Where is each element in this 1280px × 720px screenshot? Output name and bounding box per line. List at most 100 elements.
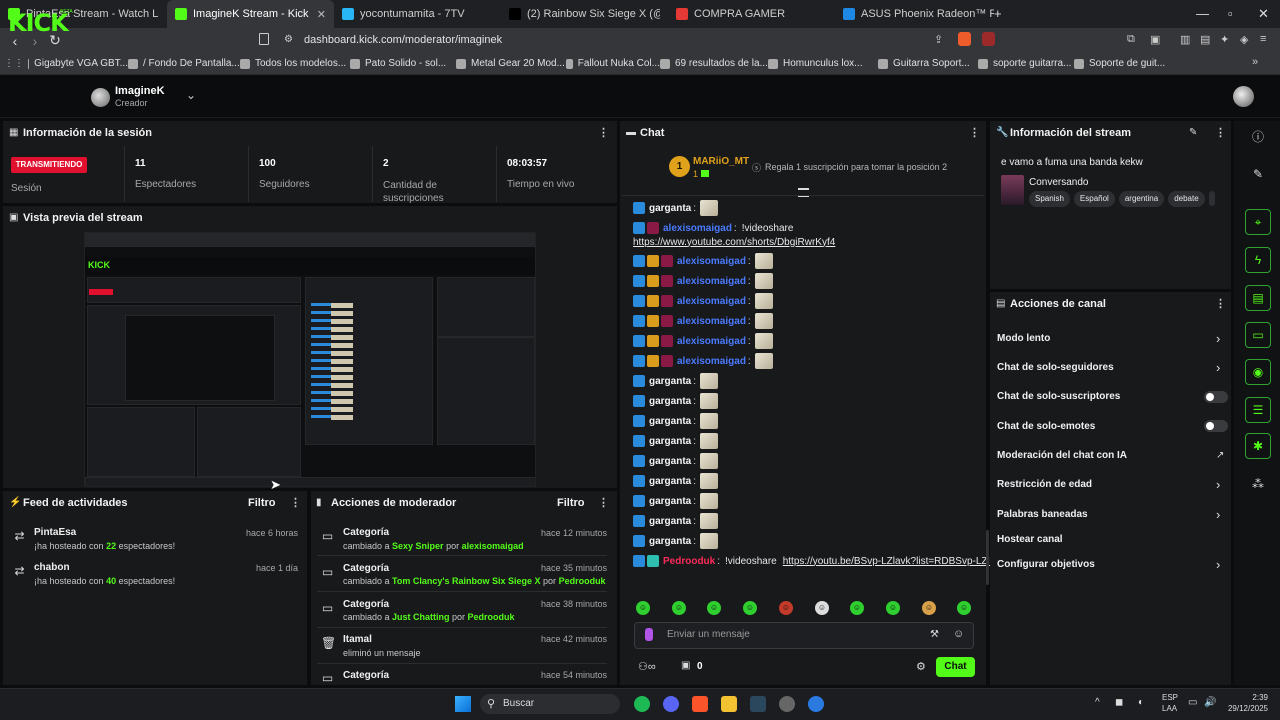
kick-logo[interactable]: KICK (8, 9, 69, 37)
browser-tab[interactable]: ImagineK Stream - Kick Dashb ✕ (167, 0, 334, 28)
tag[interactable]: debate (1168, 191, 1205, 207)
bookmark-item[interactable]: Homunculus lox... (768, 58, 878, 69)
chat-emote[interactable] (754, 313, 773, 329)
chat-emote[interactable] (700, 493, 719, 509)
maximize-icon[interactable]: ▫ (1228, 6, 1233, 21)
chat-username[interactable]: alexisomaigad (677, 256, 746, 267)
channel-actions-more-icon[interactable]: ⋮ (1215, 297, 1226, 310)
chat-emote[interactable] (700, 513, 719, 529)
chat-username[interactable]: garganta (649, 376, 691, 387)
chat-emote[interactable] (700, 200, 719, 216)
chat-message[interactable]: alexisomaigad: (633, 333, 773, 349)
volume-icon[interactable]: 🔊 (1204, 697, 1216, 708)
search-input[interactable] (480, 694, 620, 714)
menu-icon[interactable]: ≡ (1260, 33, 1266, 45)
chat-emote[interactable] (754, 273, 773, 289)
site-settings-icon[interactable]: ⚙ (284, 34, 293, 45)
chat-username[interactable]: garganta (649, 416, 691, 427)
chat-emote[interactable] (700, 453, 719, 469)
chat-message[interactable]: alexisomaigad: (633, 353, 773, 369)
chat-username[interactable]: alexisomaigad (677, 316, 746, 327)
bolt-icon[interactable]: ϟ (1245, 247, 1271, 273)
session-widget-icon[interactable]: ⌖ (1245, 209, 1271, 235)
leo-icon[interactable]: ✦ (1220, 33, 1229, 46)
apps-icon[interactable]: ⋮⋮ (0, 58, 28, 69)
top-gifter-name[interactable]: MARiiO_MT (693, 156, 749, 167)
tray-icon[interactable]: ◐ (1138, 697, 1144, 708)
feed-item-name[interactable]: chabon (34, 562, 70, 573)
chat-link[interactable]: https://www.youtube.com/shorts/DbgiRwrKy… (633, 237, 835, 248)
microphone-icon[interactable] (645, 628, 653, 641)
chat-link[interactable]: https://youtu.be/BSvp-LZlavk?list=RDBSvp… (783, 556, 1006, 567)
chat-emote[interactable] (700, 413, 719, 429)
moderation-icon[interactable]: ☰ (1245, 397, 1271, 423)
layout-icon[interactable]: ⁂ (1245, 471, 1271, 497)
tray-icon[interactable]: ◼ (1115, 697, 1123, 708)
chat-emote[interactable] (700, 393, 719, 409)
emote-picker-icon[interactable]: ☺ (953, 628, 964, 640)
chat-message[interactable]: Pedrooduk: !videoshare https://youtu.be/BS… (633, 553, 1005, 569)
chat-username[interactable]: alexisomaigad (677, 276, 746, 287)
browser-tab[interactable]: yocontumamita - 7TV (334, 0, 501, 28)
bookmark-item[interactable]: Todos los modelos... (240, 58, 350, 69)
category-thumbnail[interactable] (1001, 175, 1024, 205)
avatar[interactable] (91, 88, 110, 107)
chat-emote[interactable] (754, 253, 773, 269)
chat-username[interactable]: garganta (649, 203, 691, 214)
emote-button[interactable]: ☺ (672, 601, 686, 615)
emote-button[interactable]: ☺ (779, 601, 793, 615)
chevron-down-icon[interactable]: ⌄ (186, 88, 196, 102)
chat-more-icon[interactable]: ⋮ (969, 126, 980, 139)
chevron-right-icon[interactable]: › (1216, 477, 1220, 492)
chat-message[interactable]: alexisomaigad: (633, 253, 773, 269)
activity-more-icon[interactable]: ⋮ (290, 496, 301, 509)
translate-icon[interactable]: ⚒ (930, 629, 939, 640)
chat-message[interactable]: alexisomaigad: (633, 273, 773, 289)
language-label[interactable]: ESP (1162, 693, 1178, 702)
close-tab-icon[interactable]: ✕ (317, 8, 326, 21)
users-icon[interactable]: ⚇∞ (638, 660, 656, 673)
chat-message[interactable]: garganta: (633, 493, 719, 509)
bookmark-item[interactable]: Metal Gear 20 Mod... (456, 58, 566, 69)
mod-filter-button[interactable]: Filtro (557, 497, 585, 509)
emote-button[interactable]: ☺ (636, 601, 650, 615)
chevron-right-icon[interactable]: › (1216, 360, 1220, 375)
bookmark-item[interactable]: Guitarra Soport... (878, 58, 978, 69)
chat-emote[interactable] (700, 473, 719, 489)
chat-emote[interactable] (700, 433, 719, 449)
chat-username[interactable]: garganta (649, 396, 691, 407)
discord-icon[interactable] (663, 696, 679, 712)
browser-tab[interactable]: ASUS Phoenix Radeon™ RX 6400 4GB (835, 0, 1002, 28)
wallet-icon[interactable]: ▤ (1200, 33, 1210, 46)
broadcast-icon[interactable]: ◉ (1245, 359, 1271, 385)
chat-settings-icon[interactable]: ⚙ (916, 660, 926, 673)
ai-moderation-item[interactable]: Moderación del chat con IA (997, 450, 1127, 461)
chat-emote[interactable] (754, 293, 773, 309)
bookmark-item[interactable]: Gigabyte VGA GBT... (28, 58, 128, 69)
new-tab-button[interactable]: + (994, 6, 1002, 21)
browser-tab[interactable]: COMPRA GAMER (668, 0, 835, 28)
bookmark-item[interactable]: soporte guitarra... (978, 58, 1074, 69)
sidebar-icon[interactable]: ▥ (1180, 33, 1190, 46)
chat-message[interactable]: garganta: (633, 473, 719, 489)
chat-username[interactable]: alexisomaigad (677, 336, 746, 347)
external-link-icon[interactable]: ↗ (1216, 450, 1224, 461)
chat-username[interactable]: alexisomaigad (677, 356, 746, 367)
edit-icon[interactable]: ✎ (1189, 127, 1197, 138)
chat-emote[interactable] (700, 533, 719, 549)
chat-message[interactable]: garganta: (633, 433, 719, 449)
chat-username[interactable]: garganta (649, 476, 691, 487)
tag[interactable]: argentina (1118, 191, 1165, 207)
brave-icon[interactable] (692, 696, 708, 712)
chat-message[interactable]: garganta: (633, 393, 719, 409)
scrollbar[interactable] (986, 530, 989, 585)
chat-emote[interactable] (754, 353, 773, 369)
tag[interactable]: Spanish (1029, 191, 1070, 207)
category-name[interactable]: Conversando (1029, 177, 1088, 188)
info-icon[interactable]: ⓘ (1245, 124, 1271, 150)
chevron-right-icon[interactable]: › (1216, 507, 1220, 522)
tag[interactable]: Español (1073, 191, 1115, 207)
slow-mode-item[interactable]: Modo lento (997, 333, 1050, 344)
bookmark-item[interactable]: 69 resultados de la... (660, 58, 768, 69)
chat-message[interactable]: garganta: (633, 373, 719, 389)
